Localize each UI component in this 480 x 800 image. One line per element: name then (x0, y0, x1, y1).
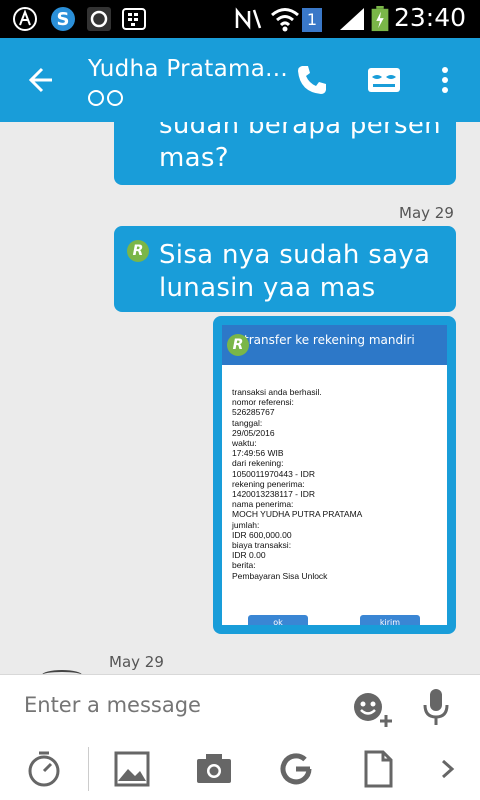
detail-line: waktu: (232, 438, 257, 449)
detail-line: rekening penerima: (232, 478, 305, 489)
message-line: Sisa nya sudah saya (159, 240, 431, 270)
detail-line: berita: (232, 560, 256, 571)
conversation-header: Yudha Pratama... (0, 38, 480, 122)
status-bar: S 1 23:40 (0, 0, 480, 38)
status-icons (88, 90, 123, 106)
transfer-details: transaksi anda berhasil. nomor referensi… (232, 387, 442, 581)
image-icon[interactable] (112, 749, 152, 789)
camera-icon[interactable] (194, 749, 234, 789)
nfc-icon (235, 7, 262, 30)
date-label: May 29 (399, 204, 454, 222)
mic-icon[interactable] (422, 687, 450, 727)
chevron-right-icon[interactable] (432, 749, 464, 789)
ok-button: ok (248, 615, 308, 625)
back-arrow-icon[interactable] (22, 60, 62, 100)
smiley-icon (88, 90, 104, 106)
detail-line: Pembayaran Sisa Unlock (232, 570, 328, 581)
mask-icon[interactable] (366, 62, 402, 98)
emoji-add-icon[interactable] (350, 689, 394, 729)
sync-icon (87, 7, 111, 31)
attachment-toolbar (0, 747, 480, 797)
toolbar-divider (88, 747, 89, 791)
screenshot-title: transfer ke rekening mandiri (244, 333, 415, 347)
detail-line: 29/05/2016 (232, 427, 275, 438)
detail-line: nomor referensi: (232, 397, 294, 408)
battery-icon (371, 6, 389, 32)
message-input[interactable] (24, 693, 324, 717)
detail-line: 17:49:56 WIB (232, 448, 284, 459)
screenshot-header: transfer ke rekening mandiri (222, 325, 447, 365)
message-line: mas? (159, 143, 229, 173)
date-label: May 29 (109, 653, 164, 671)
message-line: sudah berapa persen (159, 122, 441, 140)
detail-line: IDR 0.00 (232, 550, 266, 561)
message-bubble[interactable]: R Sisa nya sudah saya lunasin yaa mas (114, 226, 456, 312)
detail-line: biaya transaksi: (232, 540, 292, 551)
message-list[interactable]: sudah berapa persen mas? May 29 R Sisa n… (0, 122, 480, 674)
clock: 23:40 (393, 3, 466, 32)
detail-line: transaksi anda berhasil. (232, 387, 322, 397)
detail-line: nama penerima: (232, 499, 294, 510)
phone-icon[interactable] (294, 62, 330, 98)
detail-line: tanggal: (232, 417, 263, 428)
detail-line: MOCH YUDHA PUTRA PRATAMA (232, 509, 363, 520)
skype-icon: S (51, 7, 75, 31)
svg-text:S: S (57, 9, 70, 30)
read-badge: R (227, 334, 249, 356)
detail-line: 1420013238117 - IDR (232, 489, 316, 500)
detail-line: 1050011970443 - IDR (232, 468, 316, 479)
detail-line: IDR 600,000.00 (232, 529, 292, 540)
detail-line: dari rekening: (232, 458, 284, 469)
wifi-icon (271, 8, 299, 32)
message-line: lunasin yaa mas (159, 273, 376, 303)
file-icon[interactable] (358, 749, 398, 789)
read-badge: R (127, 240, 149, 262)
kirim-button: kirim (360, 615, 420, 625)
bbm-icon (122, 8, 146, 30)
more-vert-icon[interactable] (430, 62, 460, 98)
detail-line: 526285767 (232, 407, 275, 418)
timer-icon[interactable] (24, 749, 64, 789)
composer (0, 674, 480, 800)
google-icon[interactable] (276, 749, 316, 789)
transfer-screenshot[interactable]: transfer ke rekening mandiri R transaksi… (222, 325, 447, 625)
image-message-bubble[interactable]: transfer ke rekening mandiri R transaksi… (213, 316, 456, 634)
detail-line: jumlah: (232, 519, 260, 530)
signal-icon (340, 8, 364, 30)
message-bubble[interactable]: sudah berapa persen mas? (114, 122, 456, 185)
smiley-icon (107, 90, 123, 106)
sim-badge: 1 (302, 8, 322, 32)
contact-name[interactable]: Yudha Pratama... (88, 56, 288, 82)
maps-icon (13, 7, 37, 31)
